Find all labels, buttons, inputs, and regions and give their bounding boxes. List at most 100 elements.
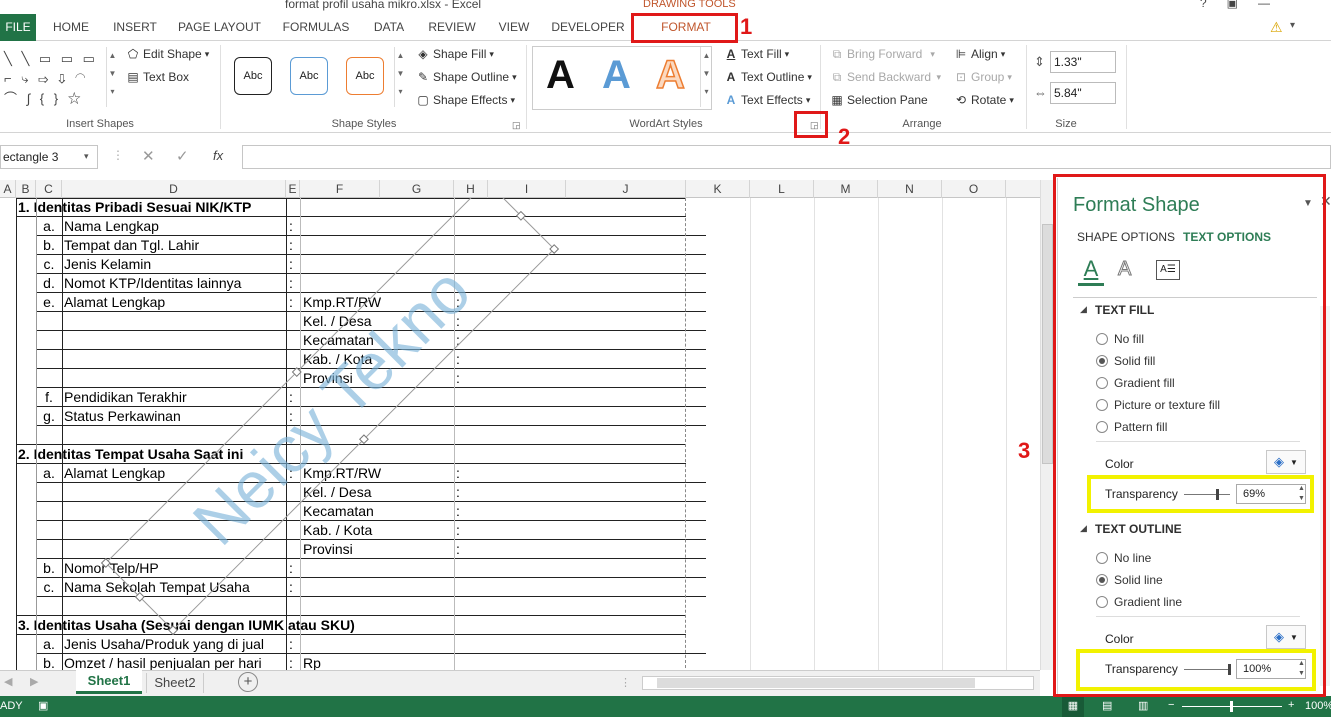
column-header[interactable]: L — [750, 180, 814, 198]
sub-colon[interactable]: : — [456, 521, 460, 540]
sub-label[interactable]: Kecamatan — [303, 502, 374, 521]
sub-colon[interactable]: : — [456, 483, 460, 502]
worksheet-grid[interactable]: 1. Identitas Pribadi Sesuai NIK/KTP a. Nam… — [0, 198, 1040, 670]
align-button[interactable]: ⊫ Align ▾ — [954, 47, 1005, 61]
section-heading[interactable]: 1. Identitas Pribadi Sesuai NIK/KTP — [18, 198, 251, 217]
tab-view[interactable]: VIEW — [489, 14, 539, 41]
shape-styles-scroll[interactable]: ▲ ▼ ▾ — [394, 47, 406, 107]
item-letter[interactable]: a. — [36, 217, 62, 236]
item-label[interactable]: Jenis Kelamin — [64, 255, 151, 274]
add-sheet-button[interactable]: + — [238, 672, 258, 692]
tab-home[interactable]: HOME — [42, 14, 100, 41]
column-header[interactable]: C — [36, 180, 62, 198]
chevron-down-icon[interactable]: ▾ — [1290, 20, 1295, 31]
item-letter[interactable]: a. — [36, 464, 62, 483]
chevron-down-icon[interactable]: ▾ — [84, 151, 89, 162]
enter-icon[interactable]: ✓ — [176, 147, 189, 165]
item-colon[interactable]: : — [289, 578, 293, 597]
item-label[interactable]: Omzet / hasil penjualan per hari — [64, 654, 262, 670]
formula-input[interactable] — [242, 145, 1331, 169]
wordart-preset-2[interactable]: A — [602, 53, 631, 97]
shape-fill-button[interactable]: ◈ Shape Fill ▾ — [416, 47, 494, 61]
item-letter[interactable]: b. — [36, 236, 62, 255]
column-header[interactable]: E — [286, 180, 300, 198]
sheet-tab-sheet2[interactable]: Sheet2 — [146, 673, 204, 693]
sub-colon[interactable]: : — [456, 540, 460, 559]
prev-sheet-icon[interactable]: ◀ — [4, 675, 12, 688]
item-label[interactable]: Alamat Lengkap — [64, 464, 165, 483]
item-letter[interactable]: f. — [36, 388, 62, 407]
tab-data[interactable]: DATA — [362, 14, 416, 41]
item-label[interactable]: Alamat Lengkap — [64, 293, 165, 312]
column-header[interactable]: H — [454, 180, 488, 198]
tab-page-layout[interactable]: PAGE LAYOUT — [172, 14, 267, 41]
item-letter[interactable]: c. — [36, 578, 62, 597]
resize-handle[interactable] — [291, 367, 302, 378]
item-letter[interactable]: e. — [36, 293, 62, 312]
item-label[interactable]: Tempat dan Tgl. Lahir — [64, 236, 199, 255]
group-button[interactable]: ⊡ Group ▾ — [954, 70, 1012, 84]
text-effects-button[interactable]: A Text Effects ▾ — [724, 93, 811, 107]
item-colon[interactable]: : — [289, 255, 293, 274]
item-colon[interactable]: : — [289, 236, 293, 255]
item-label[interactable]: Jenis Usaha/Produk yang di jual — [64, 635, 264, 654]
edit-shape-button[interactable]: ⬠ Edit Shape ▾ — [126, 47, 209, 61]
text-fill-button[interactable]: A Text Fill ▾ — [724, 47, 790, 61]
column-header[interactable]: B — [16, 180, 36, 198]
sub-colon[interactable]: : — [456, 502, 460, 521]
column-header[interactable]: M — [814, 180, 878, 198]
item-letter[interactable]: g. — [36, 407, 62, 426]
item-label[interactable]: Pendidikan Terakhir — [64, 388, 187, 407]
item-letter[interactable]: b. — [36, 559, 62, 578]
shape-effects-button[interactable]: ▢ Shape Effects ▾ — [416, 93, 515, 107]
item-letter[interactable]: b. — [36, 654, 62, 670]
shape-outline-button[interactable]: ✎ Shape Outline ▾ — [416, 70, 517, 84]
column-header[interactable]: I — [488, 180, 566, 198]
column-header[interactable]: K — [686, 180, 750, 198]
sheet-tab-sheet1[interactable]: Sheet1 — [76, 670, 142, 694]
shape-height-input[interactable]: 1.33" — [1050, 51, 1116, 73]
insert-function-button[interactable]: fx — [213, 148, 223, 163]
send-backward-button[interactable]: ⧉ Send Backward ▾ — [830, 70, 941, 84]
vertical-scrollbar[interactable] — [1040, 180, 1054, 670]
shape-style-preset-2[interactable]: Abc — [290, 57, 328, 95]
macro-record-icon[interactable]: ▣ — [38, 699, 48, 712]
sub-colon[interactable]: : — [456, 464, 460, 483]
item-colon[interactable]: : — [289, 217, 293, 236]
shapes-gallery[interactable]: ╲ ╲ ▭ ▭ ▭ ⌐ ⤷ ⇨ ⇩ ◠ ⌒ ∫ { } ☆ — [4, 49, 116, 109]
text-outline-button[interactable]: A Text Outline ▾ — [724, 70, 812, 84]
wordart-preset-1[interactable]: A — [546, 53, 575, 97]
tab-review[interactable]: REVIEW — [421, 14, 483, 41]
tab-insert[interactable]: INSERT — [106, 14, 164, 41]
column-header[interactable]: G — [380, 180, 454, 198]
rotate-button[interactable]: ⟲ Rotate ▾ — [954, 93, 1014, 107]
section-heading[interactable]: 3. Identitas Usaha (Sesuai dengan IUMK a… — [18, 616, 355, 635]
zoom-out-icon[interactable]: − — [1168, 699, 1174, 711]
item-colon[interactable]: : — [289, 293, 293, 312]
zoom-slider-thumb[interactable] — [1230, 701, 1233, 712]
item-letter[interactable]: a. — [36, 635, 62, 654]
column-header[interactable]: J — [566, 180, 686, 198]
next-sheet-icon[interactable]: ▶ — [30, 675, 38, 688]
item-colon[interactable]: : — [289, 559, 293, 578]
item-letter[interactable]: d. — [36, 274, 62, 293]
sub-label[interactable]: Rp — [303, 654, 321, 670]
item-letter[interactable]: c. — [36, 255, 62, 274]
cancel-icon[interactable]: ✕ — [142, 147, 155, 165]
shape-width-input[interactable]: 5.84" — [1050, 82, 1116, 104]
page-layout-view-icon[interactable]: ▤ — [1102, 699, 1112, 712]
column-header[interactable]: D — [62, 180, 286, 198]
tab-formulas[interactable]: FORMULAS — [276, 14, 356, 41]
item-label[interactable]: Nomot KTP/Identitas lainnya — [64, 274, 241, 293]
sub-label[interactable]: Provinsi — [303, 540, 353, 559]
tab-file[interactable]: FILE — [0, 14, 36, 41]
sub-label[interactable]: Kab. / Kota — [303, 521, 372, 540]
column-header[interactable]: N — [878, 180, 942, 198]
selection-pane-button[interactable]: ▦ Selection Pane — [830, 93, 927, 107]
column-header[interactable]: A — [0, 180, 16, 198]
shape-style-preset-3[interactable]: Abc — [346, 57, 384, 95]
wordart-preset-3[interactable]: A — [655, 52, 685, 98]
column-header[interactable]: F — [300, 180, 380, 198]
text-box-button[interactable]: ▤ Text Box — [126, 70, 189, 84]
sub-colon[interactable]: : — [456, 350, 460, 369]
